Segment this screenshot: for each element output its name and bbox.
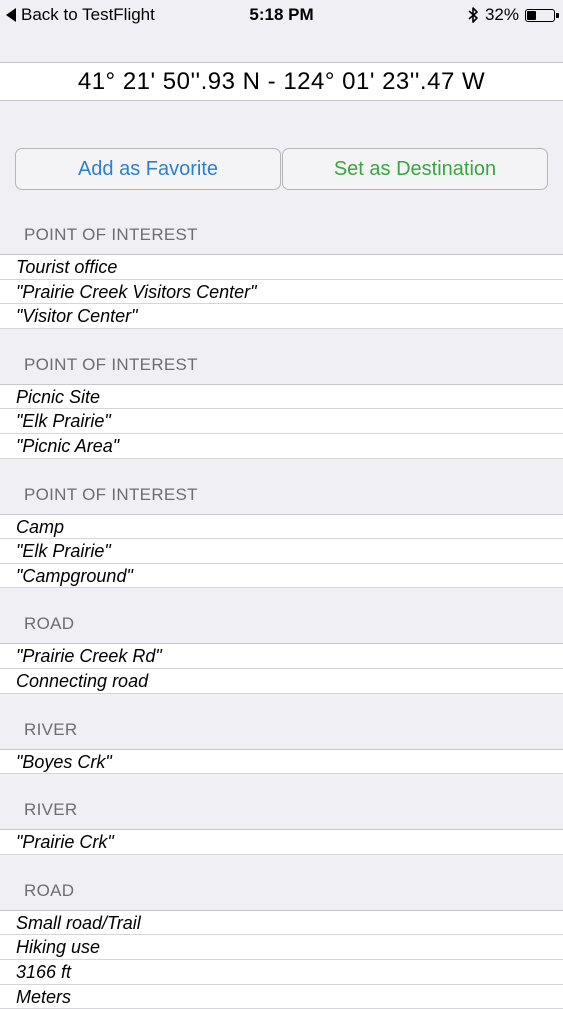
battery-percent: 32% xyxy=(485,5,519,25)
section-header: RIVER xyxy=(0,713,563,749)
section-rows: Tourist office"Prairie Creek Visitors Ce… xyxy=(0,254,563,329)
section-spacer xyxy=(0,855,563,874)
list-item: Meters xyxy=(0,985,563,1009)
section-spacer xyxy=(0,329,563,348)
list-item: "Prairie Crk" xyxy=(0,830,563,855)
section-rows: "Prairie Crk" xyxy=(0,829,563,855)
list-item: Connecting road xyxy=(0,669,563,694)
section-rows: Picnic Site"Elk Prairie""Picnic Area" xyxy=(0,384,563,459)
list-item: Picnic Site xyxy=(0,385,563,410)
section-header: POINT OF INTEREST xyxy=(0,348,563,384)
add-favorite-button[interactable]: Add as Favorite xyxy=(15,148,281,190)
battery-icon xyxy=(525,9,555,22)
list-item: Tourist office xyxy=(0,255,563,280)
section-spacer xyxy=(0,588,563,607)
battery-level xyxy=(527,11,536,20)
section-header: RIVER xyxy=(0,793,563,829)
section-header: POINT OF INTEREST xyxy=(0,478,563,514)
section-spacer xyxy=(0,694,563,713)
list-item: Camp xyxy=(0,515,563,540)
list-item: "Boyes Crk" xyxy=(0,750,563,775)
bluetooth-icon xyxy=(468,6,479,24)
coordinates-display: 41° 21' 50''.93 N - 124° 01' 23''.47 W xyxy=(0,62,563,101)
section-rows: Camp"Elk Prairie""Campground" xyxy=(0,514,563,589)
set-destination-button[interactable]: Set as Destination xyxy=(282,148,548,190)
status-bar: Back to TestFlight 5:18 PM 32% xyxy=(0,0,563,32)
section-spacer xyxy=(0,774,563,793)
battery-tip xyxy=(556,13,559,18)
list-item: Hiking use xyxy=(0,935,563,960)
list-item: 3166 ft xyxy=(0,960,563,985)
section-spacer xyxy=(0,459,563,478)
status-right: 32% xyxy=(468,5,555,25)
section-header: ROAD xyxy=(0,607,563,643)
section-rows: "Prairie Creek Rd"Connecting road xyxy=(0,643,563,693)
section-header: POINT OF INTEREST xyxy=(0,218,563,254)
section-rows: Small road/TrailHiking use3166 ftMeters xyxy=(0,910,563,1009)
list-item: "Picnic Area" xyxy=(0,434,563,459)
list-item: "Prairie Creek Rd" xyxy=(0,644,563,669)
list-item: "Prairie Creek Visitors Center" xyxy=(0,280,563,305)
list-item: "Campground" xyxy=(0,564,563,589)
section-rows: "Boyes Crk" xyxy=(0,749,563,775)
list-item: "Visitor Center" xyxy=(0,304,563,329)
list-item: "Elk Prairie" xyxy=(0,409,563,434)
list-item: Small road/Trail xyxy=(0,911,563,936)
list-item: "Elk Prairie" xyxy=(0,539,563,564)
poi-sections-list: POINT OF INTERESTTourist office"Prairie … xyxy=(0,218,563,1009)
section-header: ROAD xyxy=(0,874,563,910)
